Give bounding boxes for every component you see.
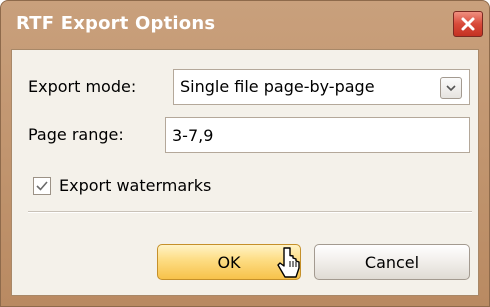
export-watermarks-label[interactable]: Export watermarks bbox=[59, 176, 211, 195]
cancel-button[interactable]: Cancel bbox=[314, 244, 470, 280]
divider bbox=[28, 211, 472, 213]
close-icon bbox=[461, 17, 475, 31]
title-bar[interactable]: RTF Export Options bbox=[1, 1, 489, 49]
cancel-button-label: Cancel bbox=[364, 252, 420, 272]
ok-button-label: OK bbox=[217, 252, 241, 272]
export-mode-label: Export mode: bbox=[28, 77, 137, 96]
export-watermarks-checkbox[interactable] bbox=[33, 177, 51, 195]
rtf-export-options-dialog: RTF Export Options Export mode: Single f… bbox=[0, 0, 490, 307]
mouse-cursor-icon bbox=[277, 247, 300, 278]
export-mode-dropdown[interactable]: Single file page-by-page bbox=[173, 69, 470, 105]
chevron-down-icon bbox=[446, 85, 456, 92]
dialog-title: RTF Export Options bbox=[16, 13, 216, 34]
checkmark-icon bbox=[36, 181, 48, 191]
export-mode-value: Single file page-by-page bbox=[180, 77, 375, 96]
page-range-field[interactable] bbox=[165, 117, 470, 153]
close-button[interactable] bbox=[453, 11, 483, 37]
page-range-input[interactable] bbox=[166, 118, 469, 152]
dropdown-button[interactable] bbox=[440, 77, 462, 99]
dialog-content: Export mode: Single file page-by-page Pa… bbox=[11, 49, 479, 296]
page-range-label: Page range: bbox=[28, 125, 124, 144]
